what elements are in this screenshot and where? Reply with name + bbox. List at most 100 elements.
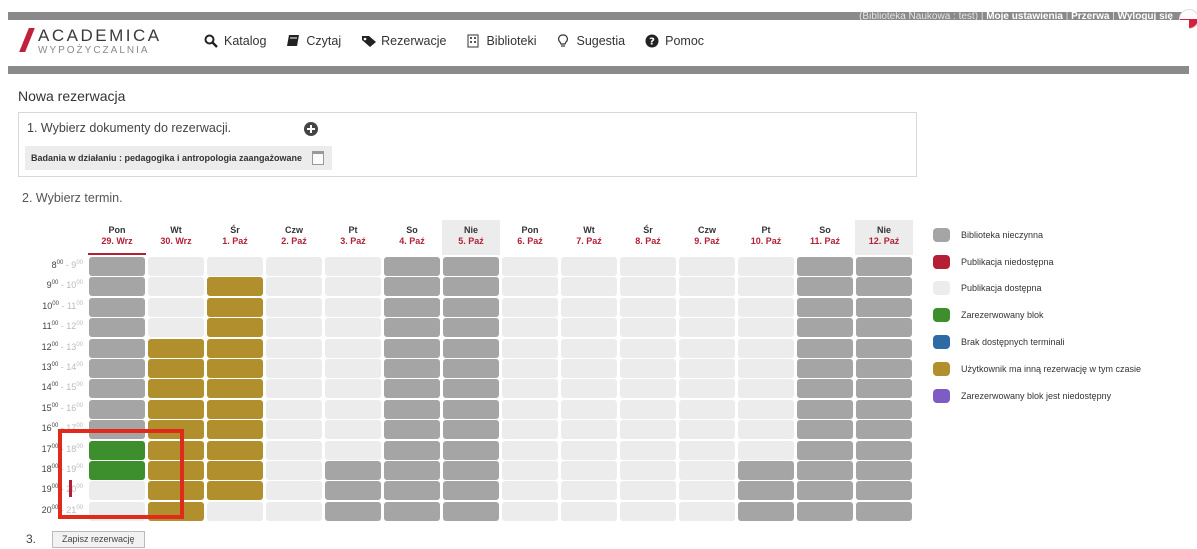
time-slot[interactable] [325,318,381,338]
time-slot[interactable] [266,420,322,440]
logo[interactable]: ACADEMICA WYPOŻYCZALNIA [18,26,178,60]
time-slot[interactable] [679,277,735,297]
time-slot[interactable] [502,399,558,419]
add-document-button[interactable] [304,122,318,136]
time-slot[interactable] [266,501,322,521]
time-slot[interactable] [679,359,735,378]
time-slot[interactable] [679,420,735,440]
nav-item-biblioteki[interactable]: Biblioteki [466,34,536,48]
time-slot[interactable] [561,277,617,297]
time-slot[interactable] [679,379,735,399]
time-slot[interactable] [738,318,794,338]
save-reservation-button[interactable]: Zapisz rezerwację [52,531,145,548]
time-slot[interactable] [679,297,735,317]
time-slot[interactable] [738,420,794,440]
time-slot[interactable] [325,257,381,276]
time-slot[interactable] [148,318,204,338]
time-slot[interactable] [620,379,676,399]
time-slot[interactable] [679,338,735,358]
time-slot[interactable] [679,461,735,480]
nav-item-czytaj[interactable]: Czytaj [286,34,341,48]
time-slot[interactable] [561,379,617,399]
time-slot[interactable] [561,359,617,378]
time-slot[interactable] [502,440,558,460]
time-slot[interactable] [679,501,735,521]
time-slot[interactable] [620,338,676,358]
time-slot[interactable] [620,399,676,419]
time-slot[interactable] [266,257,322,276]
time-slot[interactable] [561,297,617,317]
time-slot[interactable] [679,481,735,501]
nav-item-pomoc[interactable]: ? Pomoc [645,34,704,48]
time-slot[interactable] [679,399,735,419]
time-slot[interactable] [266,277,322,297]
time-slot[interactable] [738,277,794,297]
time-slot[interactable] [325,277,381,297]
time-slot[interactable] [561,461,617,480]
time-slot[interactable] [738,399,794,419]
time-slot[interactable] [738,338,794,358]
time-slot[interactable] [679,257,735,276]
nav-item-rezerwacje[interactable]: Rezerwacje [361,34,446,48]
time-slot[interactable] [561,338,617,358]
time-slot[interactable] [738,297,794,317]
time-slot[interactable] [325,379,381,399]
time-slot[interactable] [561,257,617,276]
time-slot[interactable] [266,399,322,419]
time-slot[interactable] [620,461,676,480]
time-slot[interactable] [502,461,558,480]
time-slot[interactable] [148,277,204,297]
time-slot[interactable] [502,338,558,358]
time-slot[interactable] [679,440,735,460]
time-slot[interactable] [679,318,735,338]
time-slot[interactable] [561,399,617,419]
time-slot[interactable] [620,420,676,440]
time-slot[interactable] [502,277,558,297]
time-slot[interactable] [266,338,322,358]
time-slot[interactable] [502,501,558,521]
time-slot[interactable] [561,501,617,521]
time-slot[interactable] [207,257,263,276]
time-slot[interactable] [148,257,204,276]
time-slot[interactable] [502,318,558,338]
time-slot[interactable] [738,379,794,399]
time-slot[interactable] [266,481,322,501]
time-slot[interactable] [266,297,322,317]
time-slot[interactable] [620,257,676,276]
time-slot[interactable] [738,440,794,460]
time-slot[interactable] [620,440,676,460]
time-slot[interactable] [502,481,558,501]
time-slot[interactable] [620,297,676,317]
time-slot[interactable] [325,297,381,317]
time-slot[interactable] [207,501,263,521]
time-slot[interactable] [266,379,322,399]
time-slot[interactable] [266,461,322,480]
time-slot[interactable] [561,420,617,440]
time-slot[interactable] [148,297,204,317]
time-slot[interactable] [620,481,676,501]
time-slot[interactable] [266,318,322,338]
time-slot[interactable] [502,297,558,317]
time-slot[interactable] [620,318,676,338]
time-slot[interactable] [325,420,381,440]
time-slot[interactable] [325,399,381,419]
time-slot[interactable] [266,440,322,460]
time-slot[interactable] [561,318,617,338]
nav-item-katalog[interactable]: Katalog [204,34,266,48]
time-slot[interactable] [325,359,381,378]
time-slot[interactable] [266,359,322,378]
time-slot[interactable] [738,359,794,378]
time-slot[interactable] [325,440,381,460]
trash-icon[interactable] [312,151,325,165]
time-slot[interactable] [561,481,617,501]
time-slot[interactable] [620,277,676,297]
time-slot[interactable] [561,440,617,460]
time-slot[interactable] [738,257,794,276]
time-slot[interactable] [325,338,381,358]
time-slot[interactable] [620,359,676,378]
time-slot[interactable] [502,257,558,276]
time-slot[interactable] [502,379,558,399]
nav-item-sugestia[interactable]: Sugestia [556,34,625,48]
time-slot[interactable] [502,359,558,378]
time-slot[interactable] [502,420,558,440]
